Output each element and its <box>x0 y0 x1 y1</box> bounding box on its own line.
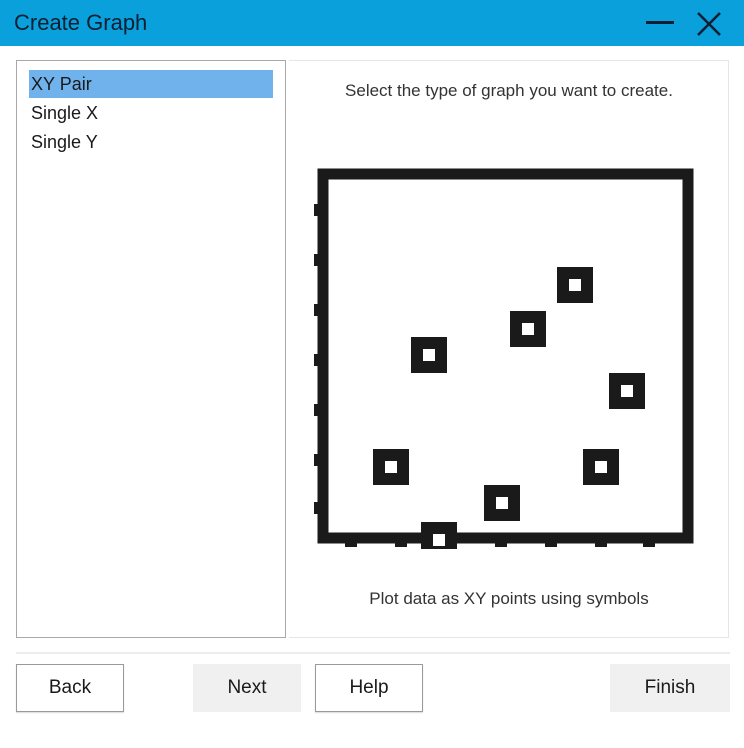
symbol-point <box>510 311 546 347</box>
list-item-xy-pair[interactable]: XY Pair <box>29 70 273 98</box>
symbol-point <box>609 373 645 409</box>
title-bar: Create Graph <box>0 0 744 46</box>
finish-button[interactable]: Finish <box>610 664 730 712</box>
scatter-symbols <box>373 267 645 549</box>
list-item-single-y[interactable]: Single Y <box>29 128 273 156</box>
symbol-point <box>484 485 520 521</box>
create-graph-dialog: Create Graph XY Pair Single X Single Y S… <box>0 0 744 748</box>
help-button[interactable]: Help <box>315 664 423 712</box>
symbol-point <box>373 449 409 485</box>
close-icon[interactable] <box>695 10 723 38</box>
list-item-single-x[interactable]: Single X <box>29 99 273 127</box>
symbol-point <box>411 337 447 373</box>
footer-divider <box>16 652 730 654</box>
minimize-icon[interactable] <box>646 21 674 24</box>
symbol-point <box>583 449 619 485</box>
scatter-plot-icon <box>314 168 694 549</box>
graph-type-list[interactable]: XY Pair Single X Single Y <box>16 60 286 638</box>
symbol-point <box>557 267 593 303</box>
next-button[interactable]: Next <box>193 664 301 712</box>
graph-type-description: Plot data as XY points using symbols <box>369 589 649 608</box>
preview-panel: Select the type of graph you want to cre… <box>289 60 729 638</box>
symbol-point <box>421 522 457 549</box>
window-title: Create Graph <box>14 10 148 35</box>
back-button[interactable]: Back <box>16 664 124 712</box>
instruction-text: Select the type of graph you want to cre… <box>345 81 673 100</box>
